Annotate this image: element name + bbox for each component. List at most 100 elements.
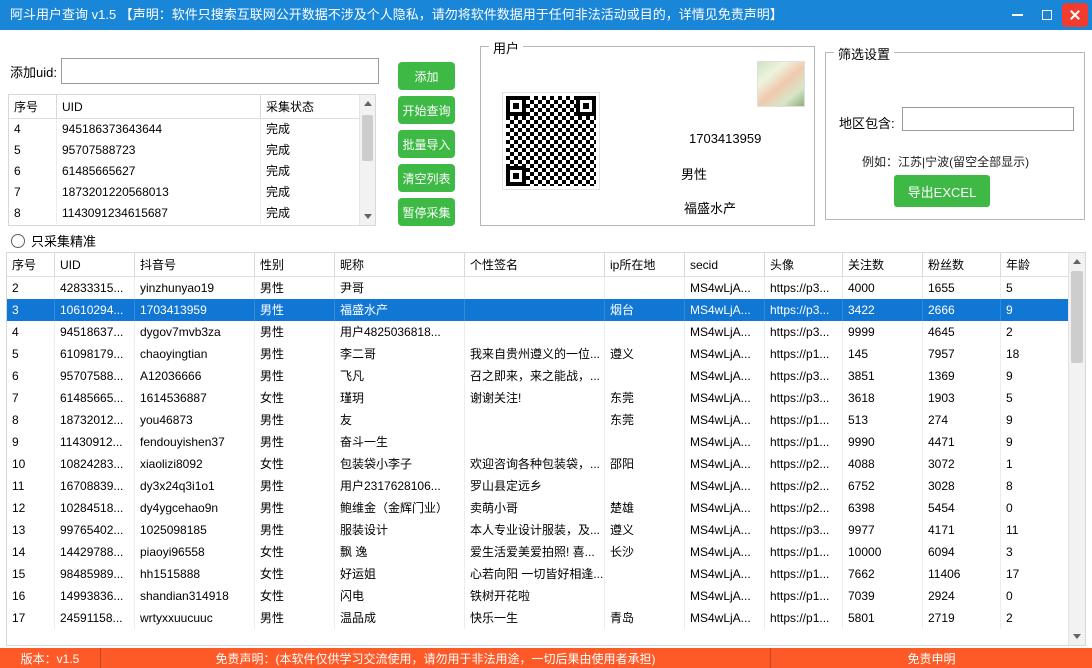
table-cell: https://p3... — [765, 387, 843, 409]
table-row[interactable]: 1010824283...xiaolizi8092女性包装袋小李子欢迎咨询各种包… — [7, 453, 1070, 475]
column-header[interactable]: ip所在地 — [605, 253, 685, 277]
table-cell: 274 — [923, 409, 1001, 431]
table-cell: 完成 — [261, 140, 361, 161]
results-scroll-thumb[interactable] — [1071, 271, 1083, 363]
table-cell: 男性 — [255, 519, 335, 541]
column-header[interactable]: UID — [57, 95, 261, 119]
table-cell: https://p3... — [765, 519, 843, 541]
table-cell: https://p3... — [765, 365, 843, 387]
table-row[interactable]: 494518637...dygov7mvb3za男性用户4825036818..… — [7, 321, 1070, 343]
table-cell: MS4wLjA... — [685, 409, 765, 431]
table-cell: 用户4825036818... — [335, 321, 465, 343]
queue-scroll-thumb[interactable] — [362, 115, 373, 161]
precise-only-radio[interactable] — [11, 234, 25, 248]
qr-code-image — [503, 93, 599, 189]
disclaimer-button[interactable]: 免责申明 — [770, 648, 1092, 668]
column-header[interactable]: 粉丝数 — [923, 253, 1001, 277]
table-cell: 9977 — [843, 519, 923, 541]
table-row[interactable]: 242833315...yinzhunyao19男性尹哥MS4wLjA...ht… — [7, 277, 1070, 299]
table-row[interactable]: 310610294...1703413959男性福盛水产烟台MS4wLjA...… — [7, 299, 1070, 321]
table-row[interactable]: 818732012...you46873男性友东莞MS4wLjA...https… — [7, 409, 1070, 431]
scroll-down-icon[interactable] — [1069, 628, 1085, 645]
results-table-header: 序号UID抖音号性别昵称个性签名ip所在地secid头像关注数粉丝数年龄 — [7, 253, 1070, 277]
scroll-up-icon[interactable] — [1069, 253, 1085, 270]
table-row[interactable]: 1414429788...piaoyi96558女性飘 逸爱生活爱美爱拍照! 喜… — [7, 541, 1070, 563]
add-button[interactable]: 添加 — [398, 62, 455, 90]
table-row[interactable]: 761485665...1614536887女性瑾玥谢谢关注!东莞MS4wLjA… — [7, 387, 1070, 409]
column-header[interactable]: 性别 — [255, 253, 335, 277]
table-cell: 1369 — [923, 365, 1001, 387]
column-header[interactable]: 序号 — [9, 95, 57, 119]
close-button[interactable] — [1062, 3, 1088, 27]
table-row[interactable]: 1210284518...dy4ygcehao9n男性鲍维金（金辉门业）卖萌小哥… — [7, 497, 1070, 519]
table-cell: 4 — [7, 321, 55, 343]
table-cell: 楚雄 — [605, 497, 685, 519]
maximize-button[interactable] — [1032, 0, 1062, 30]
table-row[interactable]: 1598485989...hh1515888女性好运姐心若向阳 一切皆好相逢..… — [7, 563, 1070, 585]
table-cell: 3422 — [843, 299, 923, 321]
column-header[interactable]: 关注数 — [843, 253, 923, 277]
column-header[interactable]: 抖音号 — [135, 253, 255, 277]
table-row[interactable]: 4945186373643644完成 — [9, 119, 361, 140]
queue-scrollbar[interactable] — [359, 95, 375, 225]
table-row[interactable]: 71873201220568013完成 — [9, 182, 361, 203]
table-cell: 6 — [9, 161, 57, 182]
table-row[interactable]: 595707588723完成 — [9, 140, 361, 161]
table-row[interactable]: 561098179...chaoyingtian男性李二哥我来自贵州遵义的一位.… — [7, 343, 1070, 365]
table-cell: MS4wLjA... — [685, 585, 765, 607]
table-cell: 9 — [1001, 299, 1070, 321]
start-query-button[interactable]: 开始查询 — [398, 96, 455, 124]
export-excel-button[interactable]: 导出EXCEL — [894, 175, 990, 207]
table-row[interactable]: 1614993836...shandian314918女性闪电铁树开花啦MS4w… — [7, 585, 1070, 607]
minimize-button[interactable] — [1002, 0, 1032, 30]
table-row[interactable]: 911430912...fendouyishen37男性奋斗一生MS4wLjA.… — [7, 431, 1070, 453]
user-gender-value: 男性 — [681, 164, 707, 183]
table-cell: 女性 — [255, 453, 335, 475]
table-cell: https://p2... — [765, 453, 843, 475]
table-cell: MS4wLjA... — [685, 541, 765, 563]
results-scrollbar[interactable] — [1068, 253, 1085, 645]
table-row[interactable]: 661485665627完成 — [9, 161, 361, 182]
clear-list-button[interactable]: 清空列表 — [398, 164, 455, 192]
table-row[interactable]: 1399765402...1025098185男性服装设计本人专业设计服装，及.… — [7, 519, 1070, 541]
table-cell: 2 — [1001, 321, 1070, 343]
results-table: 序号UID抖音号性别昵称个性签名ip所在地secid头像关注数粉丝数年龄 242… — [6, 252, 1086, 646]
table-row[interactable]: 695707588...A12036666男性飞凡召之即来，来之能战，...MS… — [7, 365, 1070, 387]
add-uid-input[interactable] — [61, 58, 379, 84]
column-header[interactable]: UID — [55, 253, 135, 277]
table-row[interactable]: 1116708839...dy3x24q3i1o1男性用户2317628106.… — [7, 475, 1070, 497]
column-header[interactable]: 序号 — [7, 253, 55, 277]
table-cell — [465, 321, 605, 343]
table-cell — [465, 299, 605, 321]
table-cell: 14993836... — [55, 585, 135, 607]
table-cell: 16 — [7, 585, 55, 607]
table-cell: 95707588723 — [57, 140, 261, 161]
table-cell: 遵义 — [605, 519, 685, 541]
table-cell — [465, 409, 605, 431]
table-cell: 遵义 — [605, 343, 685, 365]
table-cell: xiaolizi8092 — [135, 453, 255, 475]
column-header[interactable]: 年龄 — [1001, 253, 1070, 277]
column-header[interactable]: 昵称 — [335, 253, 465, 277]
table-cell: https://p1... — [765, 563, 843, 585]
table-cell: piaoyi96558 — [135, 541, 255, 563]
column-header[interactable]: 头像 — [765, 253, 843, 277]
pause-collect-button[interactable]: 暂停采集 — [398, 198, 455, 226]
column-header[interactable]: secid — [685, 253, 765, 277]
scroll-down-icon[interactable] — [360, 208, 375, 225]
column-header[interactable]: 采集状态 — [261, 95, 361, 119]
table-cell: MS4wLjA... — [685, 299, 765, 321]
region-filter-input[interactable] — [902, 107, 1074, 131]
table-cell: 11 — [7, 475, 55, 497]
queue-table-body: 4945186373643644完成595707588723完成66148566… — [9, 119, 375, 224]
table-row[interactable]: 81143091234615687完成 — [9, 203, 361, 224]
region-filter-label: 地区包含: — [839, 113, 895, 132]
column-header[interactable]: 个性签名 — [465, 253, 605, 277]
table-cell: 17 — [1001, 563, 1070, 585]
scroll-up-icon[interactable] — [360, 95, 375, 112]
table-row[interactable]: 1724591158...wrtyxxuucuuc男性温品成快乐一生青岛MS4w… — [7, 607, 1070, 629]
batch-import-button[interactable]: 批量导入 — [398, 130, 455, 158]
filter-panel-title: 筛选设置 — [834, 44, 894, 63]
table-cell: 9 — [1001, 365, 1070, 387]
table-cell: 8 — [9, 203, 57, 224]
